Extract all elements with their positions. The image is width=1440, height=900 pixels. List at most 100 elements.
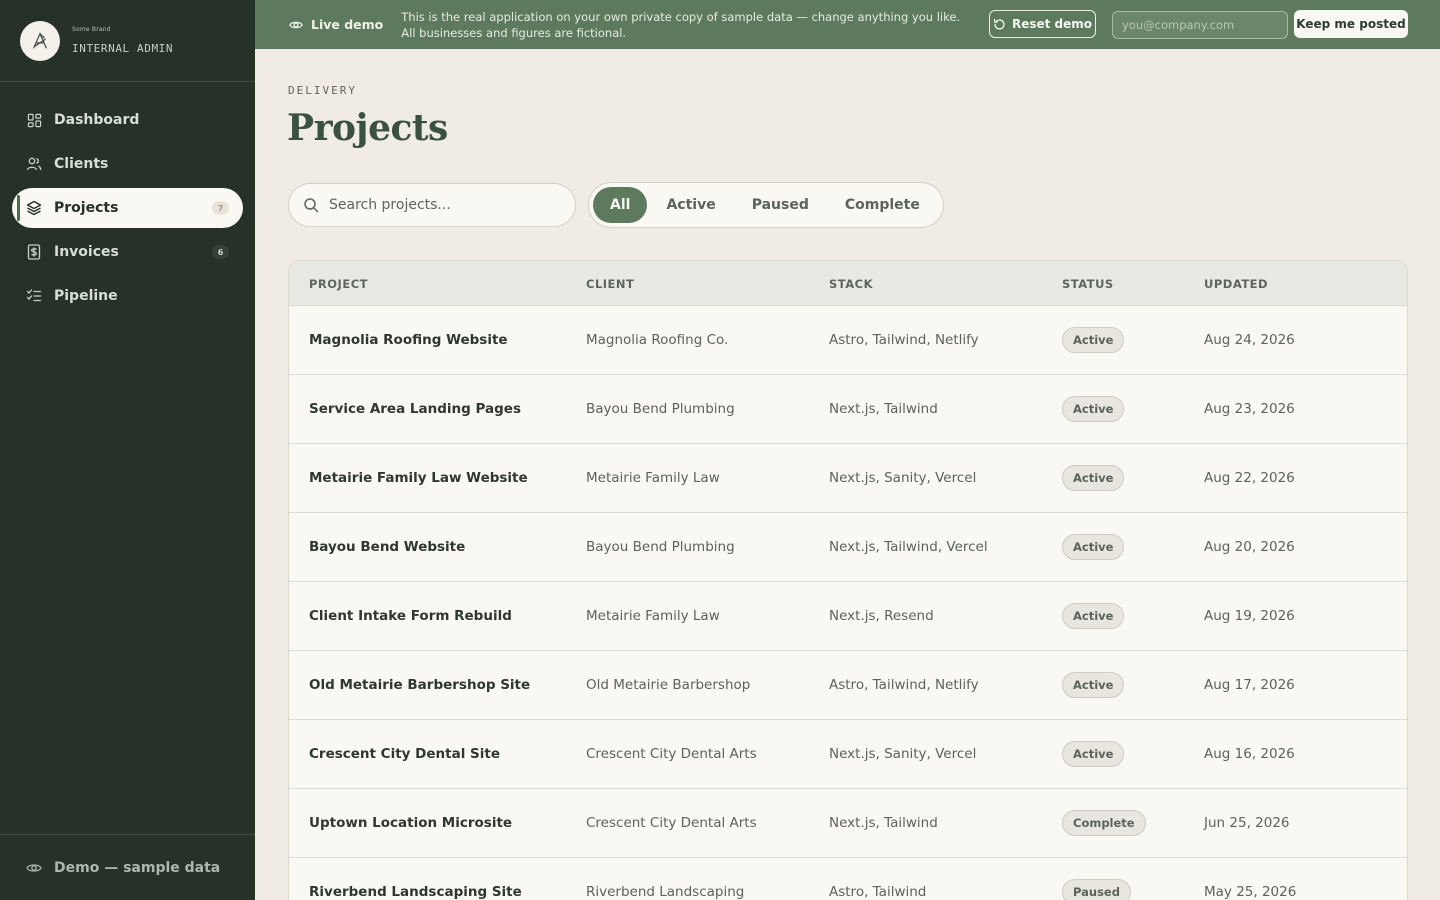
updated-date: Aug 16, 2026 (1204, 746, 1295, 762)
stack: Astro, Tailwind, Netlify (829, 677, 979, 693)
search-icon (303, 197, 319, 213)
count-badge: 6 (212, 245, 229, 259)
sidebar-item-invoices[interactable]: Invoices 6 (12, 232, 243, 272)
stack: Astro, Tailwind (829, 884, 927, 900)
stack: Next.js, Sanity, Vercel (829, 746, 977, 762)
email-field[interactable] (1112, 11, 1288, 39)
demo-label: Demo — sample data (54, 859, 221, 876)
project-name[interactable]: Metairie Family Law Website (309, 470, 528, 486)
status-badge: Active (1062, 465, 1125, 491)
updated-date: Aug 24, 2026 (1204, 332, 1295, 348)
project-name[interactable]: Uptown Location Microsite (309, 815, 512, 831)
eye-icon (26, 860, 42, 876)
projects-table: PROJECT CLIENT STACK STATUS UPDATED Magn… (288, 260, 1408, 900)
sidebar-item-dashboard[interactable]: Dashboard (12, 100, 243, 140)
client-name: Riverbend Landscaping (586, 884, 745, 900)
table-row[interactable]: Old Metairie Barbershop Site Old Metairi… (289, 651, 1407, 720)
updated-date: May 25, 2026 (1204, 884, 1297, 900)
sidebar-item-label: Clients (54, 156, 109, 172)
eye-icon (289, 18, 303, 32)
client-name: Metairie Family Law (586, 608, 720, 624)
updated-date: Aug 17, 2026 (1204, 677, 1295, 693)
brand-label: INTERNAL ADMIN (72, 42, 174, 55)
column-header-client[interactable]: CLIENT (586, 277, 634, 291)
table-row[interactable]: Bayou Bend Website Bayou Bend Plumbing N… (289, 513, 1407, 582)
page-title: Projects (287, 107, 448, 149)
sidebar-item-pipeline[interactable]: Pipeline (12, 276, 243, 316)
search-input[interactable] (329, 197, 559, 213)
demo-banner: Live demo This is the real application o… (255, 0, 1440, 49)
project-name[interactable]: Crescent City Dental Site (309, 746, 500, 762)
table-row[interactable]: Riverbend Landscaping Site Riverbend Lan… (289, 858, 1407, 900)
project-name[interactable]: Riverbend Landscaping Site (309, 884, 522, 900)
table-row[interactable]: Client Intake Form Rebuild Metairie Fami… (289, 582, 1407, 651)
project-name[interactable]: Client Intake Form Rebuild (309, 608, 512, 624)
grid-icon (26, 112, 42, 128)
project-name[interactable]: Service Area Landing Pages (309, 401, 521, 417)
table-header: PROJECT CLIENT STACK STATUS UPDATED (289, 261, 1407, 306)
updated-date: Aug 19, 2026 (1204, 608, 1295, 624)
client-name: Magnolia Roofing Co. (586, 332, 729, 348)
table-row[interactable]: Service Area Landing Pages Bayou Bend Pl… (289, 375, 1407, 444)
column-header-stack[interactable]: STACK (829, 277, 873, 291)
refresh-icon (993, 18, 1006, 31)
sidebar-item-label: Dashboard (54, 112, 140, 128)
status-badge: Complete (1062, 810, 1146, 836)
client-name: Bayou Bend Plumbing (586, 539, 735, 555)
project-name[interactable]: Magnolia Roofing Website (309, 332, 508, 348)
client-name: Old Metairie Barbershop (586, 677, 751, 693)
brand-wordmark: Some Brand (72, 26, 111, 33)
list-check-icon (26, 288, 42, 304)
sidebar-item-label: Invoices (54, 244, 119, 260)
demo-indicator: Demo — sample data (0, 834, 255, 900)
reset-demo-button[interactable]: Reset demo (989, 10, 1096, 38)
keep-me-posted-button[interactable]: Keep me posted (1294, 10, 1408, 38)
table-row[interactable]: Crescent City Dental Site Crescent City … (289, 720, 1407, 789)
users-icon (26, 156, 42, 172)
receipt-icon (26, 244, 42, 260)
table-row[interactable]: Uptown Location Microsite Crescent City … (289, 789, 1407, 858)
project-name[interactable]: Old Metairie Barbershop Site (309, 677, 530, 693)
table-row[interactable]: Magnolia Roofing Website Magnolia Roofin… (289, 306, 1407, 375)
sidebar-item-projects[interactable]: Projects 7 (12, 188, 243, 228)
stack: Next.js, Tailwind (829, 401, 938, 417)
filter-paused[interactable]: Paused (735, 187, 826, 223)
stack: Next.js, Tailwind (829, 815, 938, 831)
status-badge: Active (1062, 396, 1125, 422)
count-badge: 7 (212, 201, 229, 215)
status-badge: Active (1062, 534, 1125, 560)
project-name[interactable]: Bayou Bend Website (309, 539, 465, 555)
updated-date: Aug 23, 2026 (1204, 401, 1295, 417)
updated-date: Aug 22, 2026 (1204, 470, 1295, 486)
stack: Next.js, Resend (829, 608, 934, 624)
stack: Astro, Tailwind, Netlify (829, 332, 979, 348)
stack: Next.js, Tailwind, Vercel (829, 539, 988, 555)
stack: Next.js, Sanity, Vercel (829, 470, 977, 486)
filter-all[interactable]: All (593, 187, 648, 223)
status-badge: Active (1062, 603, 1125, 629)
sidebar-item-clients[interactable]: Clients (12, 144, 243, 184)
layers-icon (26, 200, 42, 216)
section-eyebrow: DELIVERY (288, 84, 357, 97)
client-name: Crescent City Dental Arts (586, 746, 757, 762)
table-row[interactable]: Metairie Family Law Website Metairie Fam… (289, 444, 1407, 513)
live-demo-label: Live demo (289, 17, 383, 32)
filter-active[interactable]: Active (649, 187, 732, 223)
status-badge: Active (1062, 741, 1125, 767)
sidebar-item-label: Pipeline (54, 288, 118, 304)
brand: Some Brand INTERNAL ADMIN (0, 0, 255, 82)
search-box[interactable] (288, 183, 576, 227)
updated-date: Jun 25, 2026 (1204, 815, 1290, 831)
client-name: Metairie Family Law (586, 470, 720, 486)
status-badge: Active (1062, 327, 1125, 353)
brand-logo[interactable] (20, 20, 60, 61)
column-header-status[interactable]: STATUS (1062, 277, 1114, 291)
banner-message: This is the real application on your own… (401, 9, 961, 40)
main-content: DELIVERY Projects All Active Paused Comp… (255, 49, 1440, 900)
column-header-project[interactable]: PROJECT (309, 277, 368, 291)
sidebar-nav: Dashboard Clients Projects 7 Invoices 6 (0, 82, 255, 316)
column-header-updated[interactable]: UPDATED (1204, 277, 1268, 291)
client-name: Crescent City Dental Arts (586, 815, 757, 831)
filter-complete[interactable]: Complete (828, 187, 937, 223)
live-demo-text: Live demo (311, 17, 384, 32)
